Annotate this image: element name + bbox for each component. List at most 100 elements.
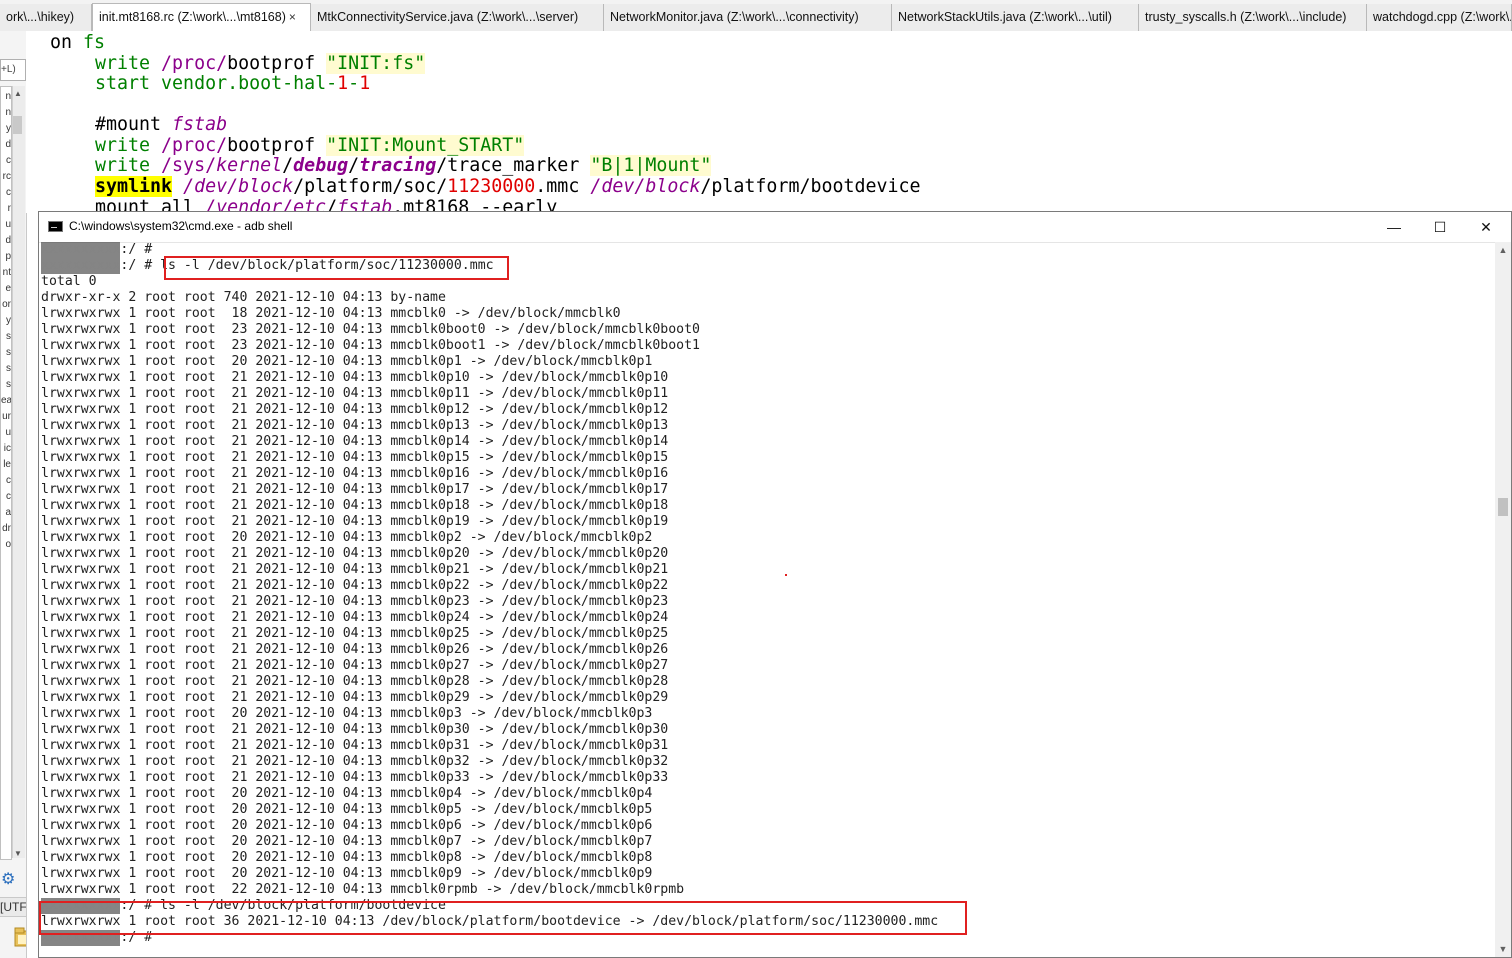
close-button[interactable]: ✕: [1463, 212, 1509, 242]
cmd-scroll-thumb[interactable]: [1498, 498, 1508, 516]
sidebar-list-item[interactable]: le: [1, 459, 11, 471]
gear-icon[interactable]: ⚙: [1, 869, 15, 889]
sidebar-list-item[interactable]: p: [1, 251, 11, 263]
terminal-listing-row: lrwxrwxrwx 1 root root 21 2021-12-10 04:…: [41, 466, 669, 481]
terminal-listing-row: lrwxrwxrwx 1 root root 20 2021-12-10 04:…: [41, 786, 653, 801]
sidebar-scrollbar[interactable]: [12, 86, 25, 858]
redacted-hostname: xxxxxxxxxx: [41, 258, 121, 274]
sidebar-list-item[interactable]: s: [1, 331, 11, 343]
terminal-listing-row: lrwxrwxrwx 1 root root 20 2021-12-10 04:…: [41, 818, 653, 833]
redacted-hostname: xxxxxxxxxx: [41, 898, 121, 914]
terminal-listing-row: lrwxrwxrwx 1 root root 21 2021-12-10 04:…: [41, 546, 669, 561]
terminal-listing-row: lrwxrwxrwx 1 root root 20 2021-12-10 04:…: [41, 802, 653, 817]
terminal-listing-row: lrwxrwxrwx 1 root root 21 2021-12-10 04:…: [41, 562, 669, 577]
tab-close-icon[interactable]: ×: [289, 10, 296, 24]
sidebar-list-item[interactable]: s: [1, 347, 11, 359]
terminal-listing-row: lrwxrwxrwx 1 root root 21 2021-12-10 04:…: [41, 690, 669, 705]
terminal-listing-row: lrwxrwxrwx 1 root root 21 2021-12-10 04:…: [41, 738, 669, 753]
sidebar-list-item[interactable]: nt: [1, 267, 11, 279]
folder-icon[interactable]: [14, 926, 27, 948]
code-line-6: write /proc/bootprof "INIT:Mount_START": [95, 135, 525, 156]
terminal-listing-row: lrwxrwxrwx 1 root root 20 2021-12-10 04:…: [41, 866, 653, 881]
scroll-up-arrow-icon[interactable]: ▲: [1495, 242, 1511, 258]
terminal-listing-row: lrwxrwxrwx 1 root root 21 2021-12-10 04:…: [41, 578, 669, 593]
sidebar-file-list[interactable]: n n y d c rc c r u d p nt e or y s s s s ea ur u ic le c c a dr o: [0, 86, 12, 860]
tab-3[interactable]: NetworkMonitor.java (Z:\work\...\connect…: [604, 4, 892, 31]
tab-0[interactable]: ork\...\hikey): [0, 4, 92, 31]
cmd-scrollbar[interactable]: ▲ ▼: [1495, 242, 1511, 957]
terminal-prompt-line: xxxxxxxxxx:/ #: [41, 242, 153, 258]
sidebar-list-item[interactable]: c: [1, 491, 11, 503]
terminal-listing-row: lrwxrwxrwx 1 root root 21 2021-12-10 04:…: [41, 482, 669, 497]
terminal-listing-row: lrwxrwxrwx 1 root root 21 2021-12-10 04:…: [41, 370, 669, 385]
cmd-window-title: C:\windows\system32\cmd.exe - adb shell: [69, 219, 293, 233]
terminal-final-prompt: xxxxxxxxxx:/ #: [41, 930, 153, 946]
tab-label: init.mt8168.rc (Z:\work\...\mt8168): [99, 10, 286, 24]
sidebar-list-item[interactable]: n: [1, 91, 11, 103]
terminal-listing-row: lrwxrwxrwx 1 root root 20 2021-12-10 04:…: [41, 354, 653, 369]
terminal-listing-row: lrwxrwxrwx 1 root root 21 2021-12-10 04:…: [41, 386, 669, 401]
terminal-listing-row: lrwxrwxrwx 1 root root 20 2021-12-10 04:…: [41, 834, 653, 849]
cmd-window[interactable]: C:\windows\system32\cmd.exe - adb shell …: [38, 211, 1512, 958]
sidebar-list-item[interactable]: ic: [1, 443, 11, 455]
sidebar-list-item[interactable]: dr: [1, 523, 11, 535]
sidebar-panel-label: +L): [0, 59, 26, 81]
code-line-8: symlink /dev/block/platform/soc/11230000…: [95, 176, 921, 197]
cmd-app-icon: [48, 221, 63, 232]
terminal-output[interactable]: xxxxxxxxxx:/ # xxxxxxxxxx:/ # ls -l /dev…: [39, 242, 1495, 957]
editor-tab-bar: ork\...\hikey) init.mt8168.rc (Z:\work\..…: [0, 0, 1512, 32]
maximize-button[interactable]: ☐: [1417, 212, 1463, 242]
code-line-3: start vendor.boot-hal-1-1: [95, 73, 371, 94]
scroll-down-arrow-icon[interactable]: ▼: [1495, 941, 1511, 957]
sidebar-list-item[interactable]: s: [1, 379, 11, 391]
sidebar-list-item[interactable]: n: [1, 107, 11, 119]
sidebar-list-item[interactable]: o: [1, 539, 11, 551]
sidebar-list-item[interactable]: ea: [1, 395, 11, 407]
terminal-listing-row: lrwxrwxrwx 1 root root 21 2021-12-10 04:…: [41, 626, 669, 641]
terminal-listing-row: lrwxrwxrwx 1 root root 21 2021-12-10 04:…: [41, 498, 669, 513]
terminal-listing-row: lrwxrwxrwx 1 root root 21 2021-12-10 04:…: [41, 402, 669, 417]
sidebar-list-item[interactable]: d: [1, 139, 11, 151]
sidebar-list-item[interactable]: ur: [1, 411, 11, 423]
sidebar-list-item[interactable]: rc: [1, 171, 11, 183]
sidebar-list-item[interactable]: e: [1, 283, 11, 295]
scroll-down-arrow-icon[interactable]: ▼: [12, 849, 24, 858]
sidebar-list-item[interactable]: a: [1, 507, 11, 519]
sidebar-list-item[interactable]: r: [1, 203, 11, 215]
terminal-listing-row: lrwxrwxrwx 1 root root 21 2021-12-10 04:…: [41, 658, 669, 673]
scroll-up-arrow-icon[interactable]: ▲: [12, 89, 24, 98]
terminal-listing-row: lrwxrwxrwx 1 root root 21 2021-12-10 04:…: [41, 434, 669, 449]
cmd-title-bar[interactable]: C:\windows\system32\cmd.exe - adb shell …: [39, 212, 1511, 243]
terminal-listing-row: lrwxrwxrwx 1 root root 23 2021-12-10 04:…: [41, 322, 700, 337]
terminal-total-line: total 0: [41, 274, 97, 289]
terminal-listing-row: lrwxrwxrwx 1 root root 21 2021-12-10 04:…: [41, 610, 669, 625]
terminal-listing-row: lrwxrwxrwx 1 root root 21 2021-12-10 04:…: [41, 754, 669, 769]
sidebar-list-item[interactable]: d: [1, 235, 11, 247]
bootdevice-symlink-row: lrwxrwxrwx 1 root root 36 2021-12-10 04:…: [41, 914, 939, 929]
sidebar-list-item[interactable]: c: [1, 475, 11, 487]
sidebar-scroll-thumb[interactable]: [13, 116, 22, 134]
sidebar-list-item[interactable]: or: [1, 299, 11, 311]
sidebar-list-item[interactable]: c: [1, 187, 11, 199]
terminal-listing-row: lrwxrwxrwx 1 root root 21 2021-12-10 04:…: [41, 722, 669, 737]
sidebar-list-item[interactable]: u: [1, 219, 11, 231]
terminal-listing-row: lrwxrwxrwx 1 root root 21 2021-12-10 04:…: [41, 450, 669, 465]
terminal-listing-row: drwxr-xr-x 2 root root 740 2021-12-10 04…: [41, 290, 446, 305]
tab-5[interactable]: trusty_syscalls.h (Z:\work\...\include): [1139, 4, 1367, 31]
sidebar-list-item[interactable]: y: [1, 315, 11, 327]
tab-1[interactable]: init.mt8168.rc (Z:\work\...\mt8168) ×: [92, 3, 311, 31]
tab-6[interactable]: watchdogd.cpp (Z:\work\...: [1367, 4, 1512, 31]
tab-label: trusty_syscalls.h (Z:\work\...\include): [1145, 10, 1347, 24]
tab-4[interactable]: NetworkStackUtils.java (Z:\work\...\util…: [892, 4, 1139, 31]
sidebar-list-item[interactable]: u: [1, 427, 11, 439]
code-editor[interactable]: on fs write /proc/bootprof "INIT:fs" sta…: [26, 31, 1512, 213]
code-line-5: #mount fstab: [95, 114, 228, 135]
terminal-command-line: xxxxxxxxxx:/ # ls -l /dev/block/platform…: [41, 258, 494, 274]
tab-label: NetworkStackUtils.java (Z:\work\...\util…: [898, 10, 1112, 24]
sidebar-list-item[interactable]: s: [1, 363, 11, 375]
tab-2[interactable]: MtkConnectivityService.java (Z:\work\...…: [311, 4, 604, 31]
sidebar-list-item[interactable]: y: [1, 123, 11, 135]
terminal-listing-row: lrwxrwxrwx 1 root root 21 2021-12-10 04:…: [41, 642, 669, 657]
sidebar-list-item[interactable]: c: [1, 155, 11, 167]
minimize-button[interactable]: —: [1371, 212, 1417, 242]
